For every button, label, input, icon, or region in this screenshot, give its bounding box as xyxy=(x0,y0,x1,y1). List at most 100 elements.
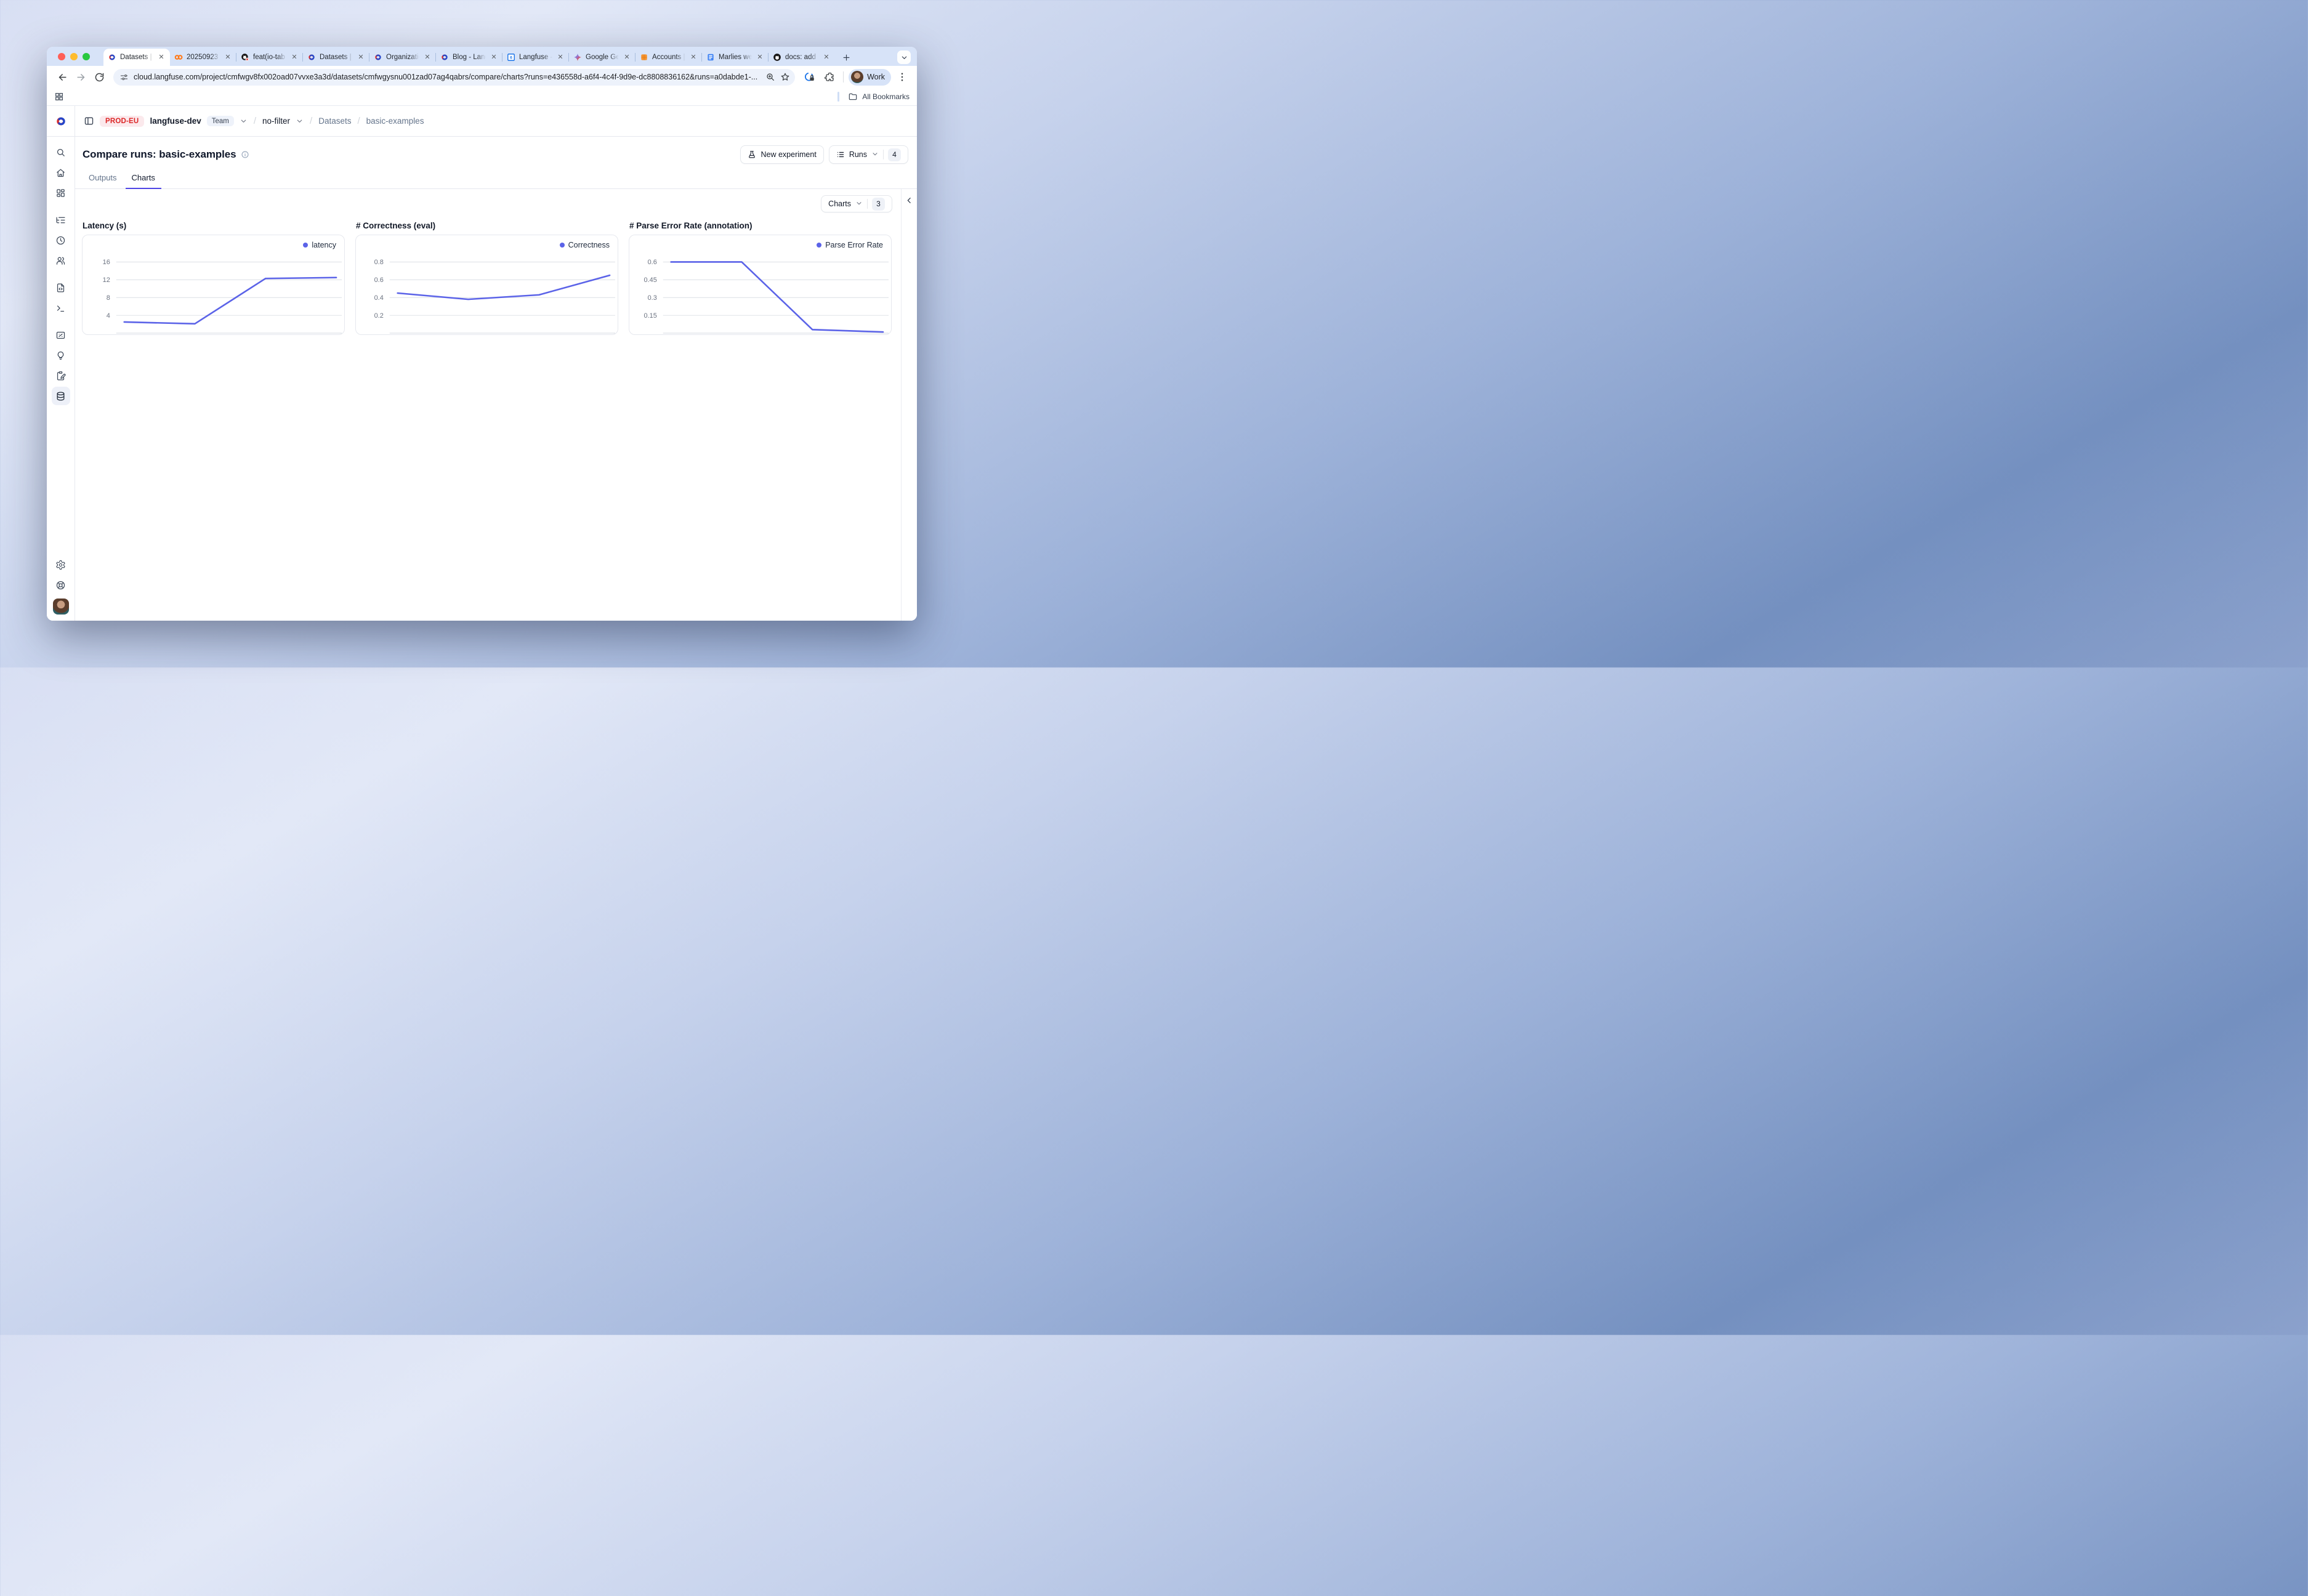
all-bookmarks-label[interactable]: All Bookmarks xyxy=(862,92,910,101)
tab-charts[interactable]: Charts xyxy=(126,167,161,189)
browser-tab[interactable]: Organizatio✕ xyxy=(369,49,436,66)
sidebar-item-playground[interactable] xyxy=(52,299,70,317)
langfuse-app: PROD-EU langfuse-dev Team / no-filter / … xyxy=(47,106,917,621)
chart-legend: Correctness xyxy=(560,241,610,249)
list-icon xyxy=(836,150,845,159)
gemini-favicon-icon xyxy=(573,53,582,62)
tab-outputs[interactable]: Outputs xyxy=(83,167,123,189)
profile-chip[interactable]: Work xyxy=(849,69,891,86)
new-tab-button[interactable] xyxy=(839,50,853,65)
langfuse-logo-icon[interactable] xyxy=(47,106,75,136)
tab-close-icon[interactable]: ✕ xyxy=(490,53,498,62)
sidebar-item-settings[interactable] xyxy=(52,555,70,574)
chart-card: Correctness0.80.60.40.2 xyxy=(355,235,618,335)
tab-title: docs: add xyxy=(785,54,818,61)
browser-tab[interactable]: Datasets | L✕ xyxy=(103,49,170,66)
file-code-icon xyxy=(55,283,66,293)
close-window-icon[interactable] xyxy=(58,53,65,60)
browser-toolbar: cloud.langfuse.com/project/cmfwgv8fx002o… xyxy=(47,66,917,88)
tab-close-icon[interactable]: ✕ xyxy=(224,53,232,62)
tab-close-icon[interactable]: ✕ xyxy=(423,53,432,62)
zoom-window-icon[interactable] xyxy=(83,53,90,60)
chart-card: latency161284 xyxy=(82,235,345,335)
chart-section: # Correctness (eval)Correctness0.80.60.4… xyxy=(355,221,618,335)
extensions-puzzle-icon[interactable] xyxy=(824,71,835,83)
sidebar-item-users[interactable] xyxy=(52,251,70,270)
sidebar-item-home[interactable] xyxy=(52,163,70,182)
tab-close-icon[interactable]: ✕ xyxy=(157,53,166,62)
sidebar-item-tracing[interactable] xyxy=(52,211,70,229)
project-chevron-down-icon[interactable] xyxy=(296,117,304,125)
sidebar-item-search[interactable] xyxy=(52,143,70,161)
back-button[interactable] xyxy=(54,69,70,85)
organization-type-badge: Team xyxy=(207,116,234,126)
browser-tab[interactable]: docs: add ✕ xyxy=(769,49,835,66)
bookmarks-separator xyxy=(837,92,839,102)
zoom-in-icon[interactable] xyxy=(765,72,775,82)
refresh-button[interactable] xyxy=(91,69,107,85)
browser-tab[interactable]: Accounts |✕ xyxy=(636,49,702,66)
legend-label: Correctness xyxy=(568,241,610,249)
app-header: PROD-EU langfuse-dev Team / no-filter / … xyxy=(47,106,917,137)
browser-tab[interactable]: 6Langfuse -✕ xyxy=(502,49,569,66)
browser-window: Datasets | L✕20250923✕feat(io-tab✕Datase… xyxy=(47,47,917,621)
sidebar-item-evaluation[interactable] xyxy=(52,346,70,365)
sidebar-item-support[interactable] xyxy=(52,576,70,594)
project-name[interactable]: no-filter xyxy=(262,116,290,126)
sidebar-item-sessions[interactable] xyxy=(52,231,70,249)
minimize-window-icon[interactable] xyxy=(70,53,78,60)
chart-title: Latency (s) xyxy=(83,221,345,230)
gear-icon xyxy=(55,560,66,570)
tab-strip: Datasets | L✕20250923✕feat(io-tab✕Datase… xyxy=(47,47,917,66)
sidebar-item-prompts[interactable] xyxy=(52,278,70,297)
tab-close-icon[interactable]: ✕ xyxy=(556,53,565,62)
breadcrumb-dataset-name[interactable]: basic-examples xyxy=(366,116,424,126)
new-experiment-button[interactable]: New experiment xyxy=(740,145,823,164)
tab-title: Langfuse - xyxy=(519,54,552,61)
browser-menu-icon[interactable] xyxy=(897,71,908,83)
tab-close-icon[interactable]: ✕ xyxy=(623,53,631,62)
all-bookmarks-folder-icon[interactable] xyxy=(848,92,858,102)
browser-tab[interactable]: Google Ge ✕ xyxy=(569,49,636,66)
github-favicon-icon xyxy=(773,53,781,62)
privacy-badge-icon[interactable] xyxy=(804,71,815,83)
browser-tab[interactable]: 20250923✕ xyxy=(170,49,236,66)
sidebar-item-dashboards[interactable] xyxy=(52,183,70,202)
collapse-panel-chevron-left-icon[interactable] xyxy=(905,196,913,204)
sidebar-item-datasets[interactable] xyxy=(52,387,70,405)
address-bar[interactable]: cloud.langfuse.com/project/cmfwgv8fx002o… xyxy=(113,69,795,86)
tab-close-icon[interactable]: ✕ xyxy=(822,53,831,62)
tab-search-button[interactable] xyxy=(897,50,911,64)
tab-close-icon[interactable]: ✕ xyxy=(756,53,764,62)
tab-close-icon[interactable]: ✕ xyxy=(357,53,365,62)
percent-box-icon xyxy=(55,330,66,341)
user-avatar[interactable] xyxy=(53,598,69,615)
info-icon[interactable] xyxy=(241,150,249,159)
svg-text:0.6: 0.6 xyxy=(648,259,657,266)
url-text[interactable]: cloud.langfuse.com/project/cmfwgv8fx002o… xyxy=(134,73,761,81)
site-settings-icon[interactable] xyxy=(119,73,129,82)
browser-tab[interactable]: Datasets | L ✕ xyxy=(303,49,369,66)
sidebar-toggle-icon[interactable] xyxy=(84,116,94,126)
tab-close-icon[interactable]: ✕ xyxy=(689,53,698,62)
sidebar-rail xyxy=(47,137,75,621)
breadcrumb-datasets-link[interactable]: Datasets xyxy=(318,116,351,126)
apps-grid-icon[interactable] xyxy=(54,92,64,102)
browser-tab[interactable]: feat(io-tab ✕ xyxy=(236,49,303,66)
browser-tab[interactable]: Marlies we✕ xyxy=(702,49,769,66)
org-chevron-down-icon[interactable] xyxy=(240,117,248,125)
forward-button[interactable] xyxy=(73,69,89,85)
tab-title: feat(io-tab xyxy=(253,54,286,61)
browser-tab[interactable]: Blog - Lang✕ xyxy=(436,49,502,66)
runs-button[interactable]: Runs 4 xyxy=(829,145,908,164)
tab-title: Google Ge xyxy=(586,54,619,61)
title-actions: New experiment Runs 4 xyxy=(740,145,908,164)
tab-title: Datasets | L xyxy=(320,54,353,61)
bookmark-star-icon[interactable] xyxy=(780,72,790,82)
organization-name[interactable]: langfuse-dev xyxy=(150,116,201,126)
tab-close-icon[interactable]: ✕ xyxy=(290,53,299,62)
sidebar-item-scores[interactable] xyxy=(52,326,70,344)
charts-filter-button[interactable]: Charts 3 xyxy=(821,195,892,212)
sidebar-item-annotation[interactable] xyxy=(52,366,70,385)
environment-badge: PROD-EU xyxy=(100,116,144,127)
